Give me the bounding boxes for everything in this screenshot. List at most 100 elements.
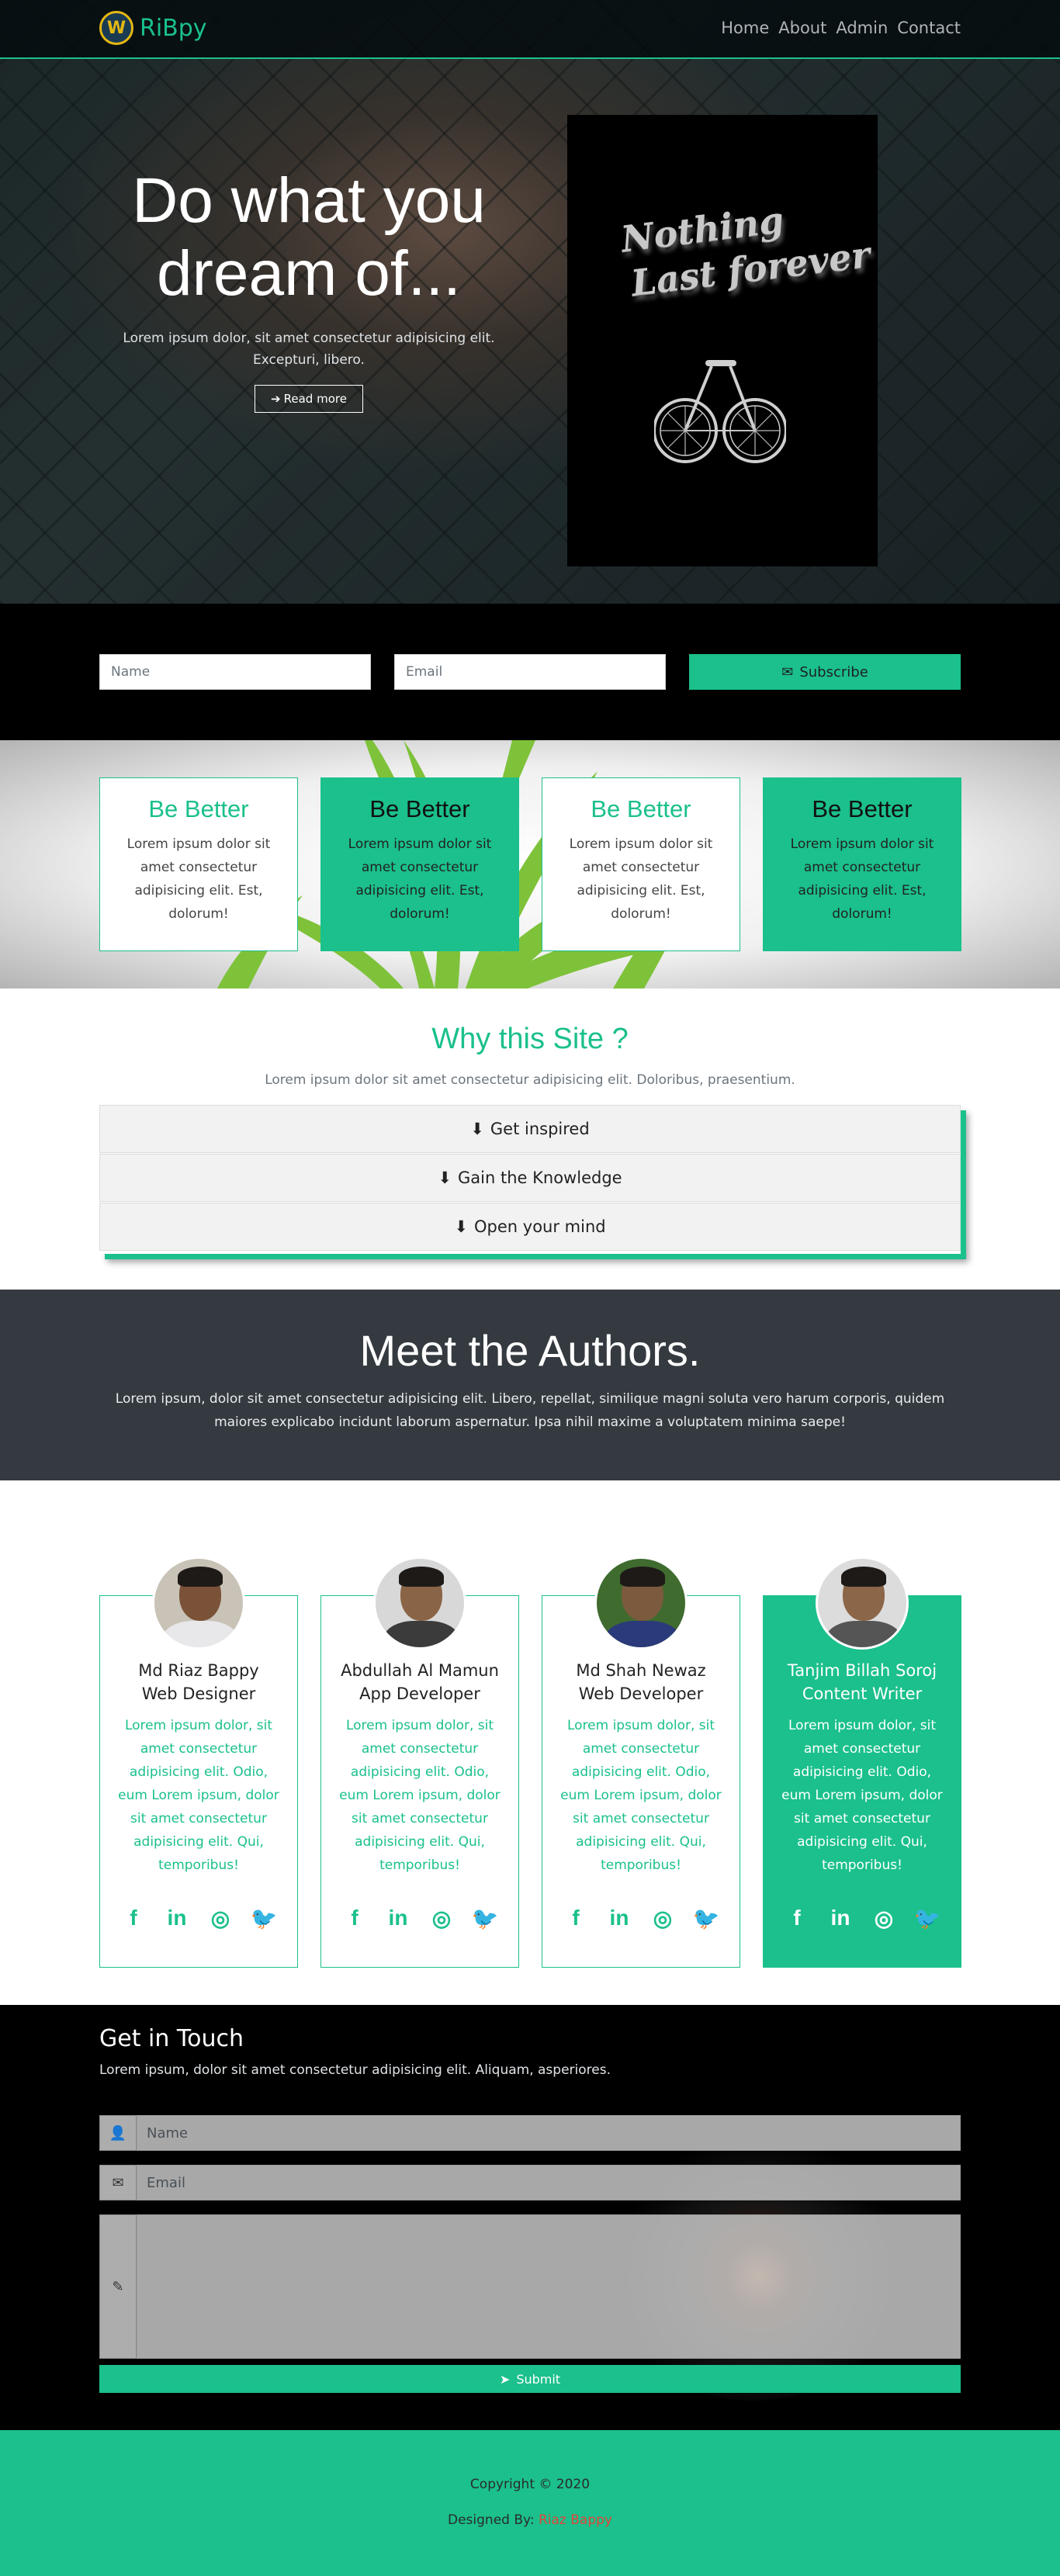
contact-email-input[interactable]: Email (137, 2165, 961, 2200)
subscribe-button[interactable]: ✉ Subscribe (689, 654, 961, 690)
arrow-circle-down-icon: ⬇ (438, 1169, 452, 1187)
feature-title: Be Better (369, 795, 470, 822)
hero-section: Do what you dream of... Lorem ipsum dolo… (0, 0, 1060, 604)
submit-label: Submit (516, 2371, 561, 2387)
twitter-icon[interactable]: 🐦 (251, 1905, 278, 1931)
social-links: f in ◎ 🐦 (542, 1905, 740, 1931)
subscribe-name-input[interactable]: Name (99, 654, 371, 690)
author-name: Tanjim Billah Soroj (787, 1661, 937, 1680)
hero-text: Lorem ipsum dolor, sit amet consectetur … (123, 331, 495, 368)
feature-text: Lorem ipsum dolor sit amet consectetur a… (569, 836, 713, 922)
accordion-label: Gain the Knowledge (458, 1169, 622, 1187)
feature-card-2: Be Better Lorem ipsum dolor sit amet con… (320, 777, 519, 951)
linkedin-icon[interactable]: in (385, 1905, 411, 1931)
envelope-open-icon: ✉ (781, 663, 794, 680)
contact-message-textarea[interactable] (137, 2214, 961, 2359)
avatar (152, 1556, 245, 1650)
author-card-2: Abdullah Al Mamun App Developer Lorem ip… (320, 1595, 519, 1968)
author-role: Web Developer (578, 1684, 704, 1703)
authors-title: Meet the Authors. (359, 1326, 701, 1375)
contact-message-row: ✎ (99, 2214, 961, 2359)
instagram-icon[interactable]: ◎ (650, 1905, 676, 1931)
avatar (816, 1556, 909, 1650)
author-name: Md Shah Newaz (576, 1661, 706, 1680)
twitter-icon[interactable]: 🐦 (914, 1905, 941, 1931)
instagram-icon[interactable]: ◎ (428, 1905, 455, 1931)
designed-by-label: Designed By: (448, 2512, 535, 2528)
contact-name-row: 👤 Name (99, 2115, 961, 2151)
social-links: f in ◎ 🐦 (100, 1905, 297, 1931)
poster-image: Nothing Last forever (567, 115, 878, 566)
accordion-item-gain-knowledge[interactable]: ⬇ Gain the Knowledge (99, 1154, 961, 1202)
brand-logo[interactable]: W RiBpy (99, 11, 207, 45)
arrow-circle-down-icon: ⬇ (454, 1217, 468, 1236)
author-bio: Lorem ipsum dolor, sit amet consectetur … (118, 1718, 279, 1873)
subscribe-label: Subscribe (799, 663, 868, 680)
instagram-icon[interactable]: ◎ (207, 1905, 234, 1931)
feature-card-4: Be Better Lorem ipsum dolor sit amet con… (763, 777, 961, 951)
author-bio: Lorem ipsum dolor, sit amet consectetur … (560, 1718, 722, 1873)
nav-about[interactable]: About (778, 19, 826, 37)
contact-text: Lorem ipsum, dolor sit amet consectetur … (99, 2062, 611, 2078)
feature-card-1: Be Better Lorem ipsum dolor sit amet con… (99, 777, 298, 951)
facebook-icon[interactable]: f (120, 1905, 147, 1931)
accordion-item-get-inspired[interactable]: ⬇ Get inspired (99, 1105, 961, 1153)
author-card-1: Md Riaz Bappy Web Designer Lorem ipsum d… (99, 1595, 298, 1968)
contact-email-row: ✉ Email (99, 2165, 961, 2200)
social-links: f in ◎ 🐦 (321, 1905, 518, 1931)
designed-by: Designed By: Riaz Bappy (0, 2512, 1060, 2528)
author-name: Abdullah Al Mamun (341, 1661, 499, 1680)
subscribe-email-input[interactable]: Email (394, 654, 666, 690)
feature-title: Be Better (148, 795, 249, 822)
facebook-icon[interactable]: f (784, 1905, 810, 1931)
nav-home[interactable]: Home (721, 19, 769, 37)
authors-header: Meet the Authors. Lorem ipsum, dolor sit… (0, 1290, 1060, 1480)
why-subtitle: Lorem ipsum dolor sit amet consectetur a… (265, 1072, 795, 1088)
copyright-text: Copyright © 2020 (469, 2477, 591, 2492)
accordion-item-open-mind[interactable]: ⬇ Open your mind (99, 1203, 961, 1251)
submit-button[interactable]: ➤ Submit (99, 2365, 961, 2393)
social-links: f in ◎ 🐦 (764, 1905, 961, 1931)
author-card-4: Tanjim Billah Soroj Content Writer Lorem… (763, 1595, 961, 1968)
arrow-circle-down-icon: ⬇ (470, 1120, 484, 1138)
poster-text: Nothing Last forever (618, 187, 872, 306)
author-name: Md Riaz Bappy (138, 1661, 259, 1680)
feature-text: Lorem ipsum dolor sit amet consectetur a… (126, 836, 271, 922)
why-title: Why this Site ? (431, 1023, 629, 1055)
twitter-icon[interactable]: 🐦 (693, 1905, 720, 1931)
facebook-icon[interactable]: f (341, 1905, 368, 1931)
brand-name: RiBpy (140, 14, 207, 42)
facebook-icon[interactable]: f (563, 1905, 589, 1931)
contact-name-input[interactable]: Name (137, 2115, 961, 2151)
read-more-button[interactable]: ➔ Read more (255, 385, 363, 413)
author-role: Web Designer (141, 1684, 256, 1703)
hero-title: Do what you dream of... (132, 165, 486, 309)
feature-text: Lorem ipsum dolor sit amet consectetur a… (348, 836, 492, 922)
feature-title: Be Better (591, 795, 691, 822)
author-card-3: Md Shah Newaz Web Developer Lorem ipsum … (542, 1595, 740, 1968)
feature-title: Be Better (812, 795, 913, 822)
accordion-label: Open your mind (474, 1217, 606, 1236)
linkedin-icon[interactable]: in (606, 1905, 632, 1931)
envelope-icon: ✉ (99, 2165, 137, 2200)
avatar (373, 1556, 466, 1650)
instagram-icon[interactable]: ◎ (871, 1905, 897, 1931)
authors-text: Lorem ipsum, dolor sit amet consectetur … (115, 1391, 945, 1430)
author-bio: Lorem ipsum dolor, sit amet consectetur … (339, 1718, 501, 1873)
linkedin-icon[interactable]: in (827, 1905, 854, 1931)
pencil-icon: ✎ (99, 2214, 137, 2359)
accordion-label: Get inspired (490, 1120, 590, 1138)
arrow-right-icon: ➔ (271, 392, 281, 406)
feature-text: Lorem ipsum dolor sit amet consectetur a… (790, 836, 934, 922)
nav-menu: Home About Admin Contact (721, 19, 961, 37)
bicycle-icon (654, 360, 786, 463)
linkedin-icon[interactable]: in (164, 1905, 190, 1931)
why-accordion: ⬇ Get inspired ⬇ Gain the Knowledge ⬇ Op… (99, 1105, 961, 1254)
user-icon: 👤 (99, 2115, 137, 2151)
nav-contact[interactable]: Contact (897, 19, 961, 37)
author-bio: Lorem ipsum dolor, sit amet consectetur … (781, 1718, 943, 1873)
nav-admin[interactable]: Admin (836, 19, 888, 37)
author-role: App Developer (359, 1684, 480, 1703)
designer-link[interactable]: Riaz Bappy (539, 2512, 612, 2528)
twitter-icon[interactable]: 🐦 (472, 1905, 499, 1931)
